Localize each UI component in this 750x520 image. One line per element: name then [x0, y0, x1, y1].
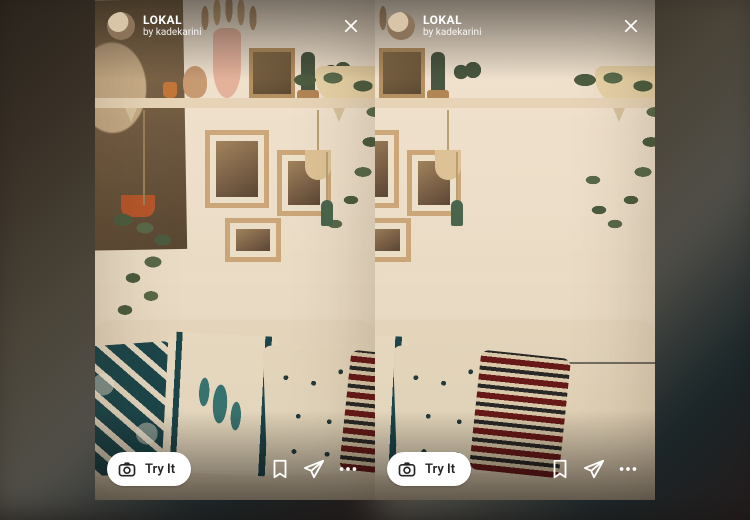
author-avatar[interactable] [107, 12, 135, 40]
share-button[interactable] [579, 454, 609, 484]
story-bottom-bar: Try It [107, 452, 363, 486]
bookmark-icon [549, 458, 571, 480]
close-icon [342, 17, 360, 35]
story-header: LOKAL by kadekarini [107, 12, 363, 40]
paper-plane-icon [303, 458, 325, 480]
story-panel-right[interactable]: LOKAL by kadekarini Try It [375, 0, 655, 500]
more-button[interactable] [333, 454, 363, 484]
bookmark-icon [269, 458, 291, 480]
save-button[interactable] [545, 454, 575, 484]
story-bottom-bar: Try It [387, 452, 643, 486]
filter-author: by kadekarini [143, 27, 339, 38]
story-panel-left[interactable]: LOKAL by kadekarini Try It [95, 0, 375, 500]
story-pair: LOKAL by kadekarini Try It [95, 0, 655, 500]
paper-plane-icon [583, 458, 605, 480]
author-avatar[interactable] [387, 12, 415, 40]
close-icon [622, 17, 640, 35]
try-it-button[interactable]: Try It [107, 452, 191, 486]
filter-title-block[interactable]: LOKAL by kadekarini [143, 14, 339, 38]
camera-icon [117, 459, 137, 479]
more-icon [617, 458, 639, 480]
story-media [375, 0, 655, 500]
try-it-button[interactable]: Try It [387, 452, 471, 486]
filter-title-block[interactable]: LOKAL by kadekarini [423, 14, 619, 38]
share-button[interactable] [299, 454, 329, 484]
save-button[interactable] [265, 454, 295, 484]
camera-icon [397, 459, 417, 479]
try-it-label: Try It [425, 462, 455, 477]
more-button[interactable] [613, 454, 643, 484]
filter-name: LOKAL [143, 14, 339, 27]
try-it-label: Try It [145, 462, 175, 477]
more-icon [337, 458, 359, 480]
close-button[interactable] [619, 14, 643, 38]
close-button[interactable] [339, 14, 363, 38]
story-header: LOKAL by kadekarini [387, 12, 643, 40]
filter-name: LOKAL [423, 14, 619, 27]
filter-author: by kadekarini [423, 27, 619, 38]
story-media [95, 0, 375, 500]
